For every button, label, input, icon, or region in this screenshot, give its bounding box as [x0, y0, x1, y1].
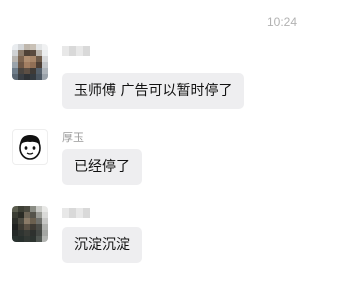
message-timestamp: 10:24	[266, 15, 298, 29]
pixelated-user-avatar-icon	[12, 44, 48, 80]
message-bubble[interactable]: 已经停了	[62, 149, 142, 185]
chat-message: 厚玉 已经停了	[12, 129, 312, 189]
sender-name	[62, 208, 90, 218]
chat-message: 玉师傅 广告可以暂时停了	[12, 44, 312, 114]
sender-avatar[interactable]	[12, 129, 48, 165]
chat-message: 沉淀沉淀	[12, 206, 312, 266]
message-bubble[interactable]: 玉师傅 广告可以暂时停了	[62, 73, 245, 109]
sender-avatar[interactable]	[12, 206, 48, 242]
cartoon-face-avatar-icon	[19, 135, 41, 160]
pixelated-user-avatar-icon	[12, 206, 48, 242]
sender-avatar[interactable]	[12, 44, 48, 80]
sender-name	[62, 46, 90, 56]
sender-name: 厚玉	[62, 131, 84, 144]
message-bubble[interactable]: 沉淀沉淀	[62, 227, 142, 263]
